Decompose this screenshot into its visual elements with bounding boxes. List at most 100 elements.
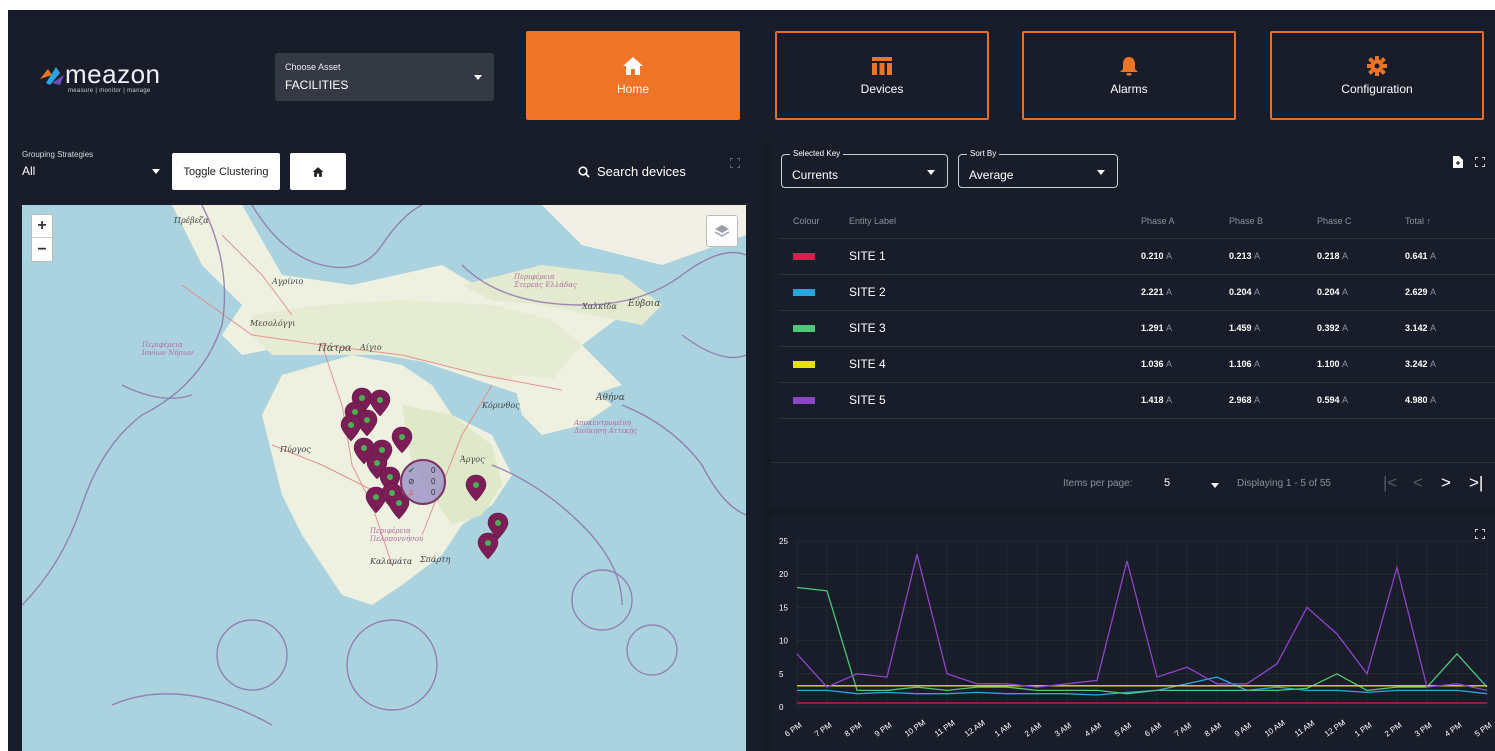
unit: A [1342,359,1349,369]
check-icon: ✔ [408,466,415,475]
unit: A [1342,323,1349,333]
map-view[interactable]: Πρέβεζα Αγρίνιο Περιφέρεια Στερεάς Ελλάδ… [22,205,746,751]
x-tick-label: 7 PM [813,720,834,738]
table-row[interactable]: SITE 1 0.210 A 0.213 A 0.218 A 0.641 A [779,238,1495,275]
map-place-label: Αίγιο [360,343,382,352]
map-place-label: Μεσολόγγι [250,319,296,328]
zoom-out-button[interactable]: − [32,238,52,261]
search-devices-label: Search devices [597,164,686,179]
nav-configuration-label: Configuration [1341,81,1413,96]
chevron-down-icon [152,169,160,174]
map-panel: Grouping Strategies All Toggle Clusterin… [8,142,763,751]
zoom-in-button[interactable]: + [32,215,52,238]
phase-b-value: 1.106 [1229,359,1252,369]
color-swatch [793,397,815,404]
map-place-label: Περιφέρεια Ιονίων Νήσων [142,341,194,357]
x-tick-label: 4 AM [1083,721,1103,739]
y-tick-label: 0 [779,703,784,712]
previous-page-button[interactable]: < [1413,473,1423,493]
color-swatch [793,253,815,260]
nav-devices-button[interactable]: Devices [775,31,989,120]
first-page-button[interactable]: |< [1383,473,1397,493]
last-page-button[interactable]: >| [1469,473,1483,493]
phase-a-value: 1.036 [1141,359,1164,369]
device-cluster-marker[interactable]: ✔ 0 ⊘ 0 ♫ 0 [400,459,446,505]
layers-icon [714,225,730,237]
nav-devices-label: Devices [860,81,904,96]
phase-c-value: 0.392 [1317,323,1340,333]
phase-c-value: 0.204 [1317,287,1340,297]
meazon-logo[interactable]: meazon measure | monitor | manage [38,57,168,97]
gear-icon [1367,55,1387,76]
map-place-label: Πάτρα [318,343,352,354]
x-tick-label: 6 PM [783,720,804,738]
table-row[interactable]: SITE 2 2.221 A 0.204 A 0.204 A 2.629 A [779,274,1495,311]
y-tick-label: 10 [779,637,788,646]
table-row[interactable]: SITE 3 1.291 A 1.459 A 0.392 A 3.142 A [779,310,1495,347]
unit: A [1342,251,1349,261]
entities-table: Colour Entity Label Phase A Phase B Phas… [779,204,1495,419]
displaying-range: Displaying 1 - 5 of 55 [1237,478,1331,489]
phase-a-value: 1.291 [1141,323,1164,333]
map-tiles [22,205,746,726]
phase-a-value: 0.210 [1141,251,1164,261]
unit: A [1166,323,1173,333]
col-entity-label[interactable]: Entity Label [849,204,1141,239]
home-icon [623,56,643,75]
export-file-icon[interactable] [1453,156,1463,168]
grouping-strategies-label: Grouping Strategies [22,150,94,159]
x-tick-label: 6 AM [1143,721,1163,739]
fullscreen-icon[interactable] [1475,157,1485,167]
nav-home-button[interactable]: Home [526,31,740,120]
alarm-icon: ♫ [408,488,414,497]
col-phase-b[interactable]: Phase B [1229,204,1317,239]
unit: A [1254,395,1261,405]
choose-asset-label: Choose Asset [285,62,341,72]
entity-label: SITE 3 [849,310,1141,347]
nav-configuration-button[interactable]: Configuration [1270,31,1484,120]
x-tick-label: 4 PM [1443,720,1464,738]
x-tick-label: 7 AM [1173,721,1193,739]
y-tick-label: 20 [779,570,788,579]
map-home-button[interactable] [290,153,346,190]
entity-label: SITE 4 [849,346,1141,383]
timeseries-chart[interactable]: 0 5 10 15 20 25 6 PM 7 PM 8 PM 9 PM 10 PM 11 PM 12 A… [771,515,1495,751]
layers-button[interactable] [706,215,738,247]
table-row[interactable]: SITE 4 1.036 A 1.106 A 1.100 A 3.242 A [779,346,1495,383]
x-tick-label: 11 AM [1293,718,1317,738]
nav-alarms-button[interactable]: Alarms [1022,31,1236,120]
sort-by-value: Average [969,168,1014,182]
toggle-clustering-button[interactable]: Toggle Clustering [172,153,280,190]
nav-home-label: Home [616,81,649,96]
items-per-page-select[interactable]: 5 [1164,477,1170,489]
map-place-label: Περιφέρεια Πελοποννήσου [370,527,424,543]
x-tick-label: 1 AM [993,721,1013,739]
unit: A [1430,323,1437,333]
grouping-strategies-select[interactable]: All [22,164,35,178]
x-tick-label: 12 PM [1323,718,1347,739]
unit: A [1254,287,1261,297]
search-devices-button[interactable]: Search devices [578,164,686,179]
col-colour[interactable]: Colour [779,204,849,239]
col-phase-c[interactable]: Phase C [1317,204,1405,239]
phase-c-value: 0.218 [1317,251,1340,261]
map-place-label: Αθήνα [596,393,625,403]
map-place-label: Πρέβεζα [174,216,209,225]
next-page-button[interactable]: > [1441,473,1451,493]
selected-key-select[interactable]: Selected Key Currents [781,149,948,188]
x-tick-label: 3 AM [1053,721,1073,739]
x-tick-label: 11 PM [933,718,957,738]
fullscreen-icon[interactable] [730,158,740,168]
table-header-row: Colour Entity Label Phase A Phase B Phas… [779,204,1495,239]
map-place-label: Άργος [460,455,485,464]
header-bar: meazon measure | monitor | manage Choose… [8,10,1495,142]
no-signal-icon: ⊘ [408,477,415,486]
sort-by-select[interactable]: Sort By Average [958,149,1118,188]
entity-label: SITE 2 [849,274,1141,311]
table-row[interactable]: SITE 5 1.418 A 2.968 A 0.594 A 4.980 A [779,382,1495,419]
x-tick-label: 2 PM [1383,720,1404,738]
search-icon [578,165,590,178]
col-phase-a[interactable]: Phase A [1141,204,1229,239]
choose-asset-select[interactable]: Choose Asset FACILITIES [275,53,494,101]
col-total[interactable]: Total ↑ [1405,204,1495,239]
